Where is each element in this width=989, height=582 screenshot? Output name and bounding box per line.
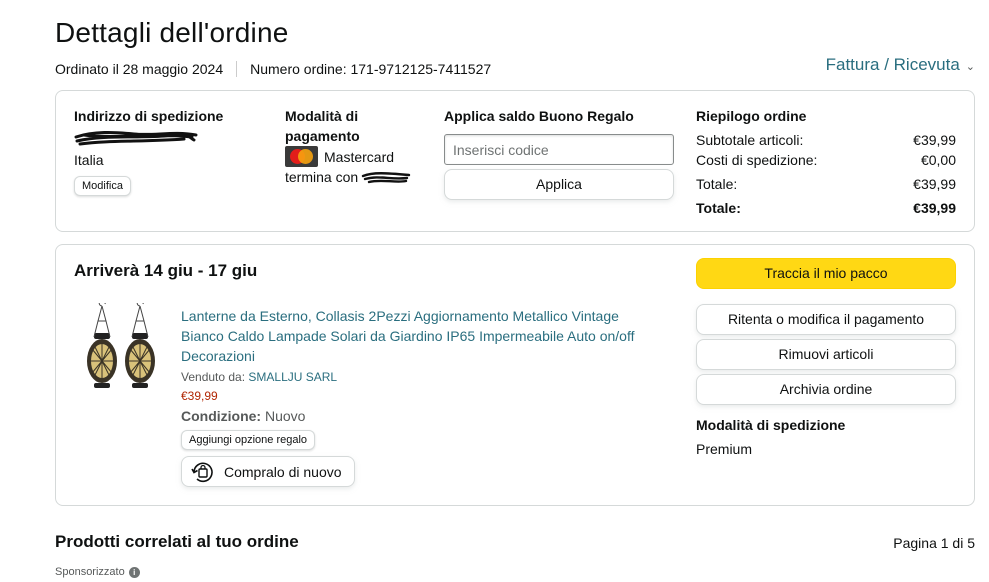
product-price: €39,99 xyxy=(181,389,218,403)
shipping-method-value: Premium xyxy=(696,441,753,457)
gift-code-input[interactable] xyxy=(444,134,674,165)
payment-heading: Modalità di pagamento xyxy=(285,108,360,144)
summary-label: Totale: xyxy=(696,200,741,216)
apply-gift-button[interactable]: Applica xyxy=(444,169,674,200)
card-brand: Mastercard xyxy=(324,148,395,165)
product-image[interactable] xyxy=(84,303,162,395)
gift-card-heading: Applica saldo Buono Regalo xyxy=(444,108,634,124)
shipment-card: Arriverà 14 giu - 17 giu Lanterne da Est… xyxy=(55,244,975,506)
meta-divider xyxy=(236,61,238,77)
shipping-address-heading: Indirizzo di spedizione xyxy=(74,108,224,124)
card-ending: termina con xyxy=(285,167,425,187)
payment-section: Modalità di pagamento Mastercard termina… xyxy=(285,106,425,187)
sponsored-label: Sponsorizzato i xyxy=(55,566,140,578)
summary-value: €0,00 xyxy=(920,152,956,168)
invoice-link-label: Fattura / Ricevuta xyxy=(825,55,960,74)
payment-card-row: Mastercard xyxy=(285,146,425,167)
pagination-indicator: Pagina 1 di 5 xyxy=(893,535,975,551)
mastercard-icon xyxy=(285,146,318,167)
shipment-actions: Traccia il mio pacco Ritenta o modifica … xyxy=(696,258,956,459)
shipping-method: Modalità di spedizione Premium xyxy=(696,415,956,459)
summary-label: Costi di spedizione: xyxy=(696,152,818,168)
summary-value: €39,99 xyxy=(913,200,956,216)
summary-value: €39,99 xyxy=(913,176,956,192)
seller-link[interactable]: SMALLJU SARL xyxy=(248,370,337,384)
summary-label: Totale: xyxy=(696,176,738,192)
order-meta: Ordinato il 28 maggio 2024 Numero ordine… xyxy=(55,61,491,77)
shipping-country: Italia xyxy=(74,152,104,168)
retry-payment-button[interactable]: Ritenta o modifica il pagamento xyxy=(696,304,956,335)
buy-again-button[interactable]: Compralo di nuovo xyxy=(181,456,355,487)
shipping-method-heading: Modalità di spedizione xyxy=(696,417,846,433)
remove-items-button[interactable]: Rimuovi articoli xyxy=(696,339,956,370)
order-summary-card: Indirizzo di spedizione Italia Modifica … xyxy=(55,90,975,232)
summary-label: Subtotale articoli: xyxy=(696,132,804,148)
sponsored-text: Sponsorizzato xyxy=(55,566,125,578)
buy-again-label: Compralo di nuovo xyxy=(224,463,342,480)
order-totals-heading: Riepilogo ordine xyxy=(696,108,807,124)
order-number: Numero ordine: 171-9712125-7411527 xyxy=(250,61,492,77)
product-info: Lanterne da Esterno, Collasis 2Pezzi Agg… xyxy=(181,306,661,487)
sold-by-label: Venduto da: xyxy=(181,370,246,384)
edit-address-button[interactable]: Modifica xyxy=(74,176,131,196)
chevron-down-icon: ⌄ xyxy=(965,60,975,73)
total-row: Totale: €39,99 xyxy=(696,174,956,194)
product-title-link[interactable]: Lanterne da Esterno, Collasis 2Pezzi Agg… xyxy=(181,306,661,366)
condition-label: Condizione: xyxy=(181,408,262,424)
gift-card-section: Applica saldo Buono Regalo Applica xyxy=(444,106,676,200)
redacted-scribble xyxy=(74,130,198,146)
track-package-button[interactable]: Traccia il mio pacco xyxy=(696,258,956,289)
invoice-dropdown[interactable]: Fattura / Ricevuta ⌄ xyxy=(826,55,975,75)
condition-value: Nuovo xyxy=(265,408,306,424)
subtotal-row: Subtotale articoli: €39,99 xyxy=(696,130,956,150)
archive-order-button[interactable]: Archivia ordine xyxy=(696,374,956,405)
arrival-heading: Arriverà 14 giu - 17 giu xyxy=(74,261,258,280)
page-title: Dettagli dell'ordine xyxy=(55,17,289,48)
info-icon[interactable]: i xyxy=(128,566,140,578)
redacted-scribble xyxy=(361,172,411,184)
add-gift-option-button[interactable]: Aggiungi opzione regalo xyxy=(181,430,316,450)
order-totals-section: Riepilogo ordine Subtotale articoli: €39… xyxy=(696,106,956,218)
sold-by: Venduto da: SMALLJU SARL xyxy=(181,370,661,384)
product-condition: Condizione: Nuovo xyxy=(181,408,661,424)
related-products-title: Prodotti correlati al tuo ordine xyxy=(55,532,299,551)
card-ending-label: termina con xyxy=(285,169,359,185)
order-date: Ordinato il 28 maggio 2024 xyxy=(55,61,224,77)
shipping-address-section: Indirizzo di spedizione Italia Modifica xyxy=(74,106,264,196)
shipping-cost-row: Costi di spedizione: €0,00 xyxy=(696,150,956,170)
grand-total-row: Totale: €39,99 xyxy=(696,198,956,218)
summary-value: €39,99 xyxy=(913,132,956,148)
buy-again-icon xyxy=(191,462,213,482)
